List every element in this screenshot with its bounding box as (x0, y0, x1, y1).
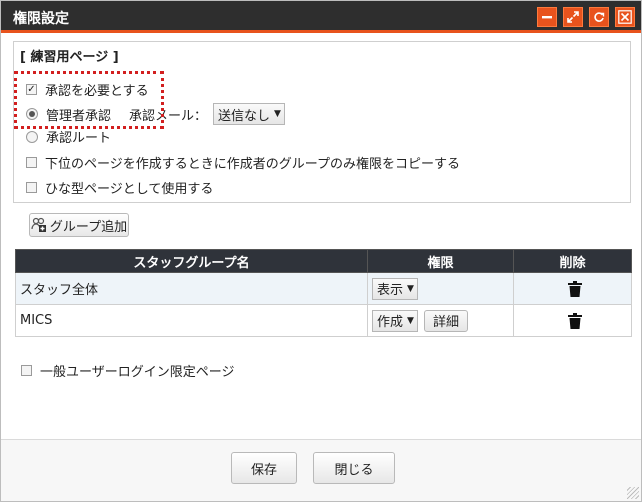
maximize-button[interactable] (563, 7, 583, 27)
close-icon (618, 10, 632, 24)
chevron-down-icon: ▼ (407, 283, 414, 294)
approval-route-radio[interactable] (26, 130, 38, 143)
maximize-icon (567, 11, 579, 23)
refresh-button[interactable] (589, 7, 609, 27)
template-label: ひな型ページとして使用する (45, 182, 214, 197)
approval-mail-select[interactable]: 送信なし ▼ (213, 103, 285, 125)
header-permission: 権限 (367, 249, 514, 273)
template-row[interactable]: ひな型ページとして使用する (26, 178, 213, 197)
permission-select[interactable]: 表示 ▼ (372, 277, 418, 300)
close-label: 閉じる (334, 462, 374, 478)
permission-value: 表示 (377, 283, 404, 298)
close-button[interactable] (615, 7, 635, 27)
minimize-button[interactable] (537, 7, 557, 27)
copy-group-checkbox[interactable] (26, 157, 37, 168)
group-name-cell: スタッフ全体 (15, 272, 368, 305)
dialog-footer: 保存 閉じる (1, 440, 641, 501)
staff-group-table: スタッフグループ名 権限 削除 スタッフ全体 表示 ▼ MICS 作成 ▼ 詳細 (15, 249, 632, 337)
detail-label: 詳細 (432, 315, 459, 330)
template-checkbox[interactable] (26, 182, 37, 193)
highlight-box (14, 71, 164, 129)
permission-cell: 表示 ▼ (367, 272, 514, 305)
header-delete: 削除 (513, 249, 632, 273)
delete-cell (513, 304, 632, 337)
resize-grip[interactable] (627, 487, 639, 499)
permission-settings-dialog: 権限設定 [ 練習用ページ ] 承認を必要とする 管理者承認 承認メール： (0, 0, 642, 502)
permission-cell: 作成 ▼ 詳細 (367, 304, 514, 337)
group-name-cell: MICS (15, 304, 368, 337)
title-bar[interactable]: 権限設定 (1, 1, 641, 33)
save-button[interactable]: 保存 (231, 452, 297, 484)
approval-route-row[interactable]: 承認ルート (26, 127, 111, 146)
minimize-icon (542, 16, 552, 19)
login-limited-row[interactable]: 一般ユーザーログイン限定ページ (21, 361, 234, 380)
approval-mail-value: 送信なし (218, 108, 271, 124)
delete-cell (513, 272, 632, 305)
page-settings-section: [ 練習用ページ ] 承認を必要とする 管理者承認 承認メール： 送信なし ▼ … (13, 41, 631, 203)
login-limited-label: 一般ユーザーログイン限定ページ (40, 365, 235, 380)
trash-icon[interactable] (567, 280, 582, 297)
table-header-row: スタッフグループ名 権限 削除 (15, 249, 632, 273)
approval-route-label: 承認ルート (46, 131, 112, 146)
dialog-title: 権限設定 (13, 11, 69, 27)
header-group-name: スタッフグループ名 (15, 249, 368, 273)
chevron-down-icon: ▼ (274, 109, 281, 119)
add-group-label: グループ追加 (49, 219, 128, 235)
add-group-button[interactable]: グループ追加 (29, 213, 129, 237)
copy-group-row[interactable]: 下位のページを作成するときに作成者のグループのみ権限をコピーする (26, 153, 460, 172)
table-row: MICS 作成 ▼ 詳細 (15, 304, 632, 337)
permission-select[interactable]: 作成 ▼ (372, 309, 418, 332)
login-limited-checkbox[interactable] (21, 365, 32, 376)
detail-button[interactable]: 詳細 (423, 309, 468, 332)
refresh-icon (594, 12, 605, 22)
permission-value: 作成 (377, 315, 404, 330)
chevron-down-icon: ▼ (407, 315, 414, 326)
add-group-icon (31, 217, 46, 232)
trash-icon[interactable] (567, 312, 582, 329)
save-label: 保存 (250, 462, 277, 478)
section-title: [ 練習用ページ ] (20, 50, 119, 65)
table-row: スタッフ全体 表示 ▼ (15, 272, 632, 305)
copy-group-label: 下位のページを作成するときに作成者のグループのみ権限をコピーする (45, 157, 460, 172)
close-dialog-button[interactable]: 閉じる (313, 452, 395, 484)
